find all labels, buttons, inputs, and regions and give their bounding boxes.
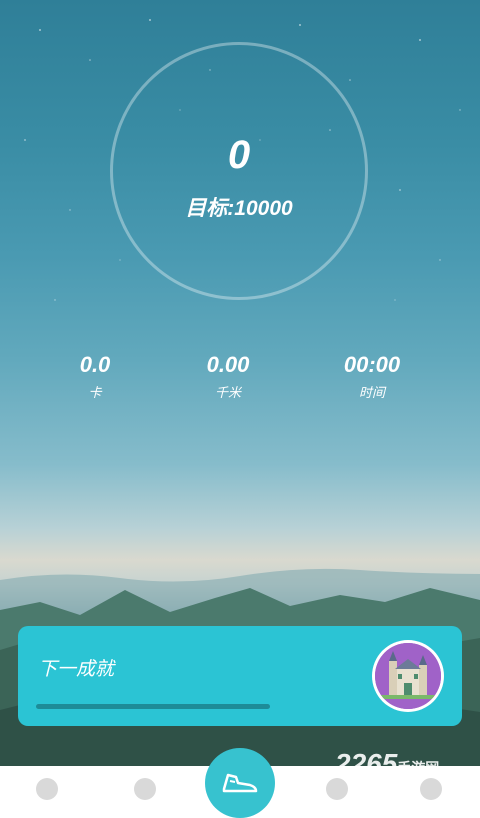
location-pin-icon[interactable] xyxy=(326,778,348,800)
stat-value: 0.00 xyxy=(206,352,250,377)
watermark: 2265手游网 xyxy=(335,748,439,780)
achievement-title: 下一成就 xyxy=(38,659,115,680)
step-goal: 目标:10000 xyxy=(185,197,293,220)
chart-icon[interactable] xyxy=(36,778,58,800)
stat-label: 千米 xyxy=(214,385,241,400)
stat-distance: 0.00 千米 xyxy=(158,352,298,401)
profile-icon[interactable] xyxy=(420,778,442,800)
person-icon[interactable] xyxy=(134,778,156,800)
castle-badge-icon xyxy=(375,643,441,709)
stat-calories: 0.0 卡 xyxy=(25,352,165,401)
watermark-sub: 手游网 xyxy=(397,760,440,776)
next-achievement-card[interactable]: 下一成就 xyxy=(18,626,462,726)
sneaker-icon[interactable] xyxy=(205,748,275,818)
stat-value: 0.0 xyxy=(79,352,111,377)
watermark-text: 2265 xyxy=(335,748,398,779)
step-count: 0 xyxy=(227,133,251,177)
stat-value: 00:00 xyxy=(343,352,401,377)
stat-label: 卡 xyxy=(88,385,102,400)
achievement-progress-bar xyxy=(36,704,270,709)
achievement-badge[interactable] xyxy=(372,640,444,712)
stat-label: 时间 xyxy=(358,385,385,400)
stat-time: 00:00 时间 xyxy=(302,352,442,401)
